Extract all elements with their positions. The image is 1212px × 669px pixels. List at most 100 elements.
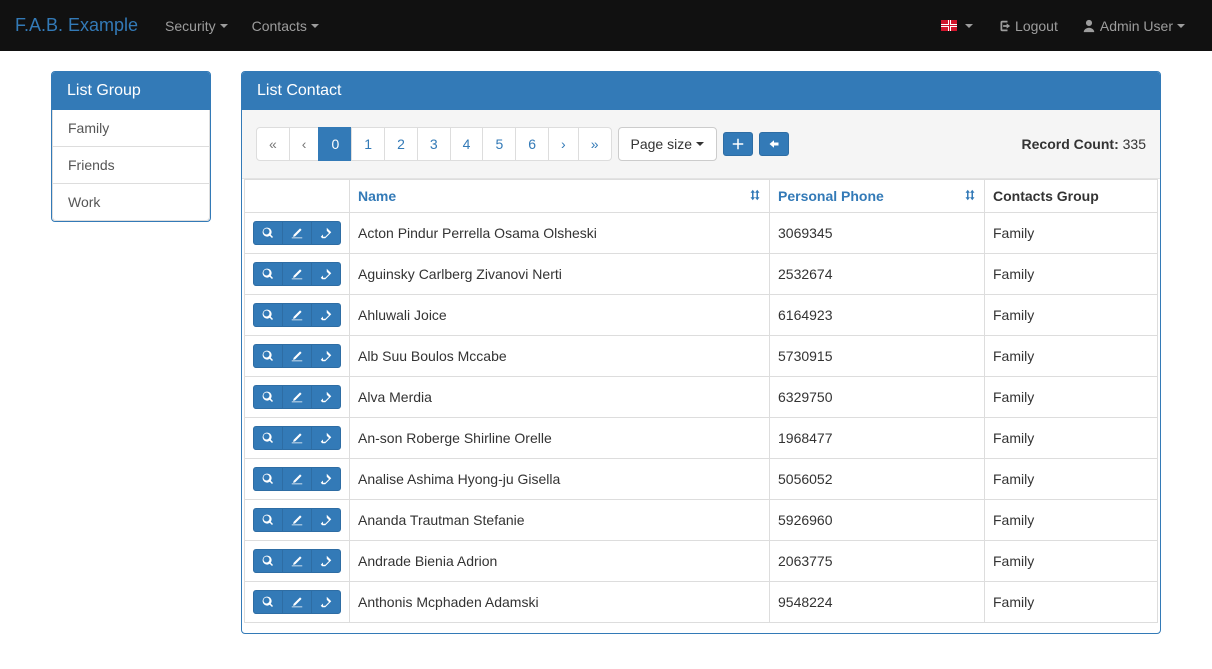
cell-phone: 9548224 xyxy=(770,582,985,623)
sidebar-item-family[interactable]: Family xyxy=(52,110,210,147)
language-menu[interactable] xyxy=(929,5,985,46)
eraser-icon xyxy=(320,432,332,444)
cell-phone: 6164923 xyxy=(770,295,985,336)
edit-button[interactable] xyxy=(282,221,312,245)
record-count-value: 335 xyxy=(1123,136,1146,152)
caret-down-icon xyxy=(965,24,973,28)
edit-button[interactable] xyxy=(282,508,312,532)
edit-button[interactable] xyxy=(282,467,312,491)
table-row: Andrade Bienia Adrion2063775Family xyxy=(245,541,1158,582)
delete-button[interactable] xyxy=(311,344,341,368)
column-phone-label: Personal Phone xyxy=(778,188,884,204)
table-row: Ahluwali Joice6164923Family xyxy=(245,295,1158,336)
sidebar-item-work[interactable]: Work xyxy=(52,184,210,221)
cell-name: Alb Suu Boulos Mccabe xyxy=(350,336,770,377)
page-last[interactable]: » xyxy=(578,127,612,161)
page-6[interactable]: 6 xyxy=(515,127,549,161)
cell-name: Alva Merdia xyxy=(350,377,770,418)
show-button[interactable] xyxy=(253,590,283,614)
search-icon xyxy=(262,555,274,567)
table-row: Anthonis Mcphaden Adamski9548224Family xyxy=(245,582,1158,623)
page-size-dropdown[interactable]: Page size xyxy=(618,127,717,161)
delete-button[interactable] xyxy=(311,262,341,286)
page-next[interactable]: › xyxy=(548,127,579,161)
column-phone[interactable]: Personal Phone xyxy=(770,180,985,213)
table-row: An-son Roberge Shirline Orelle1968477Fam… xyxy=(245,418,1158,459)
sidebar-item-friends[interactable]: Friends xyxy=(52,147,210,184)
page-4[interactable]: 4 xyxy=(450,127,484,161)
row-actions xyxy=(245,541,350,582)
delete-button[interactable] xyxy=(311,426,341,450)
cell-name: An-son Roberge Shirline Orelle xyxy=(350,418,770,459)
show-button[interactable] xyxy=(253,344,283,368)
show-button[interactable] xyxy=(253,549,283,573)
main-title: List Contact xyxy=(242,72,1160,110)
row-actions xyxy=(245,377,350,418)
cell-group: Family xyxy=(985,254,1158,295)
search-icon xyxy=(262,514,274,526)
logout-link[interactable]: Logout xyxy=(985,3,1070,49)
delete-button[interactable] xyxy=(311,221,341,245)
column-name[interactable]: Name xyxy=(350,180,770,213)
delete-button[interactable] xyxy=(311,590,341,614)
show-button[interactable] xyxy=(253,262,283,286)
user-label: Admin User xyxy=(1100,18,1173,34)
edit-icon xyxy=(291,268,303,280)
sort-icon xyxy=(749,188,761,204)
edit-button[interactable] xyxy=(282,549,312,573)
show-button[interactable] xyxy=(253,426,283,450)
delete-button[interactable] xyxy=(311,508,341,532)
cell-name: Analise Ashima Hyong-ju Gisella xyxy=(350,459,770,500)
search-icon xyxy=(262,268,274,280)
row-actions xyxy=(245,459,350,500)
sidebar-list: FamilyFriendsWork xyxy=(52,110,210,221)
page-0[interactable]: 0 xyxy=(318,127,352,161)
eraser-icon xyxy=(320,596,332,608)
show-button[interactable] xyxy=(253,508,283,532)
page-first: « xyxy=(256,127,290,161)
delete-button[interactable] xyxy=(311,467,341,491)
page-1[interactable]: 1 xyxy=(351,127,385,161)
eraser-icon xyxy=(320,350,332,362)
delete-button[interactable] xyxy=(311,303,341,327)
table-row: Ananda Trautman Stefanie5926960Family xyxy=(245,500,1158,541)
delete-button[interactable] xyxy=(311,549,341,573)
show-button[interactable] xyxy=(253,385,283,409)
contacts-menu[interactable]: Contacts xyxy=(240,3,331,49)
edit-button[interactable] xyxy=(282,303,312,327)
cell-name: Ahluwali Joice xyxy=(350,295,770,336)
page-3[interactable]: 3 xyxy=(417,127,451,161)
search-icon xyxy=(262,309,274,321)
delete-button[interactable] xyxy=(311,385,341,409)
show-button[interactable] xyxy=(253,221,283,245)
edit-icon xyxy=(291,514,303,526)
show-button[interactable] xyxy=(253,303,283,327)
main-panel: List Contact «‹0123456›» Page size Rec xyxy=(241,71,1161,634)
table-row: Alb Suu Boulos Mccabe5730915Family xyxy=(245,336,1158,377)
add-button[interactable] xyxy=(723,132,753,156)
caret-down-icon xyxy=(220,24,228,28)
edit-button[interactable] xyxy=(282,344,312,368)
edit-button[interactable] xyxy=(282,426,312,450)
back-button[interactable] xyxy=(759,132,789,156)
cell-group: Family xyxy=(985,500,1158,541)
row-actions xyxy=(245,213,350,254)
column-name-label: Name xyxy=(358,188,396,204)
edit-icon xyxy=(291,432,303,444)
cell-name: Ananda Trautman Stefanie xyxy=(350,500,770,541)
edit-button[interactable] xyxy=(282,385,312,409)
security-menu[interactable]: Security xyxy=(153,3,240,49)
edit-icon xyxy=(291,309,303,321)
cell-name: Aguinsky Carlberg Zivanovi Nerti xyxy=(350,254,770,295)
cell-phone: 6329750 xyxy=(770,377,985,418)
edit-button[interactable] xyxy=(282,590,312,614)
brand-link[interactable]: F.A.B. Example xyxy=(15,0,153,51)
page-5[interactable]: 5 xyxy=(482,127,516,161)
page-2[interactable]: 2 xyxy=(384,127,418,161)
show-button[interactable] xyxy=(253,467,283,491)
security-menu-label: Security xyxy=(165,18,216,34)
edit-button[interactable] xyxy=(282,262,312,286)
edit-icon xyxy=(291,391,303,403)
signout-icon xyxy=(997,19,1011,33)
user-menu[interactable]: Admin User xyxy=(1070,3,1197,49)
